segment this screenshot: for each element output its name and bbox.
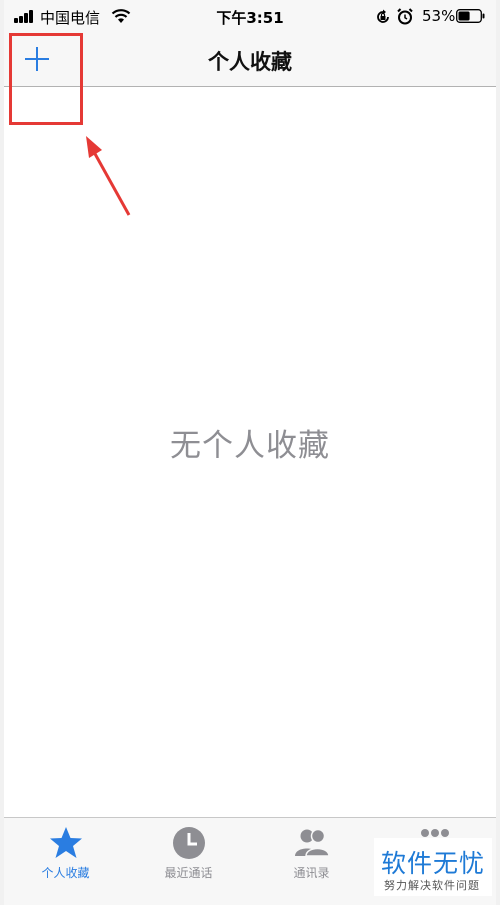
tab-label: 个人收藏 xyxy=(41,866,90,880)
clock-icon xyxy=(173,827,205,859)
tab-label: 通讯录 xyxy=(293,866,330,880)
phone-screen: 中国电信 下午3:51 53% 个人收藏 无个人收藏 个人收藏 最近通话 通讯录… xyxy=(4,0,496,905)
annotation-arrow xyxy=(86,136,131,216)
tab-favorites[interactable]: 个人收藏 xyxy=(4,818,127,884)
tab-recents[interactable]: 最近通话 xyxy=(127,818,250,884)
battery-icon xyxy=(456,9,485,23)
contacts-icon xyxy=(295,828,330,857)
watermark-subtitle: 努力解决软件问题 xyxy=(384,879,480,892)
annotation-highlight-box xyxy=(9,33,83,125)
star-icon xyxy=(50,827,82,858)
rotation-lock-icon xyxy=(377,9,389,23)
tab-contacts[interactable]: 通讯录 xyxy=(250,818,373,884)
watermark: 软件无忧 努力解决软件问题 xyxy=(374,838,492,896)
battery-percentage: 53% xyxy=(422,7,456,25)
tab-label: 最近通话 xyxy=(164,866,213,880)
alarm-icon xyxy=(397,8,413,25)
watermark-title: 软件无忧 xyxy=(381,849,486,878)
status-bar: 中国电信 下午3:51 53% xyxy=(4,0,496,34)
empty-state-message: 无个人收藏 xyxy=(170,428,330,464)
